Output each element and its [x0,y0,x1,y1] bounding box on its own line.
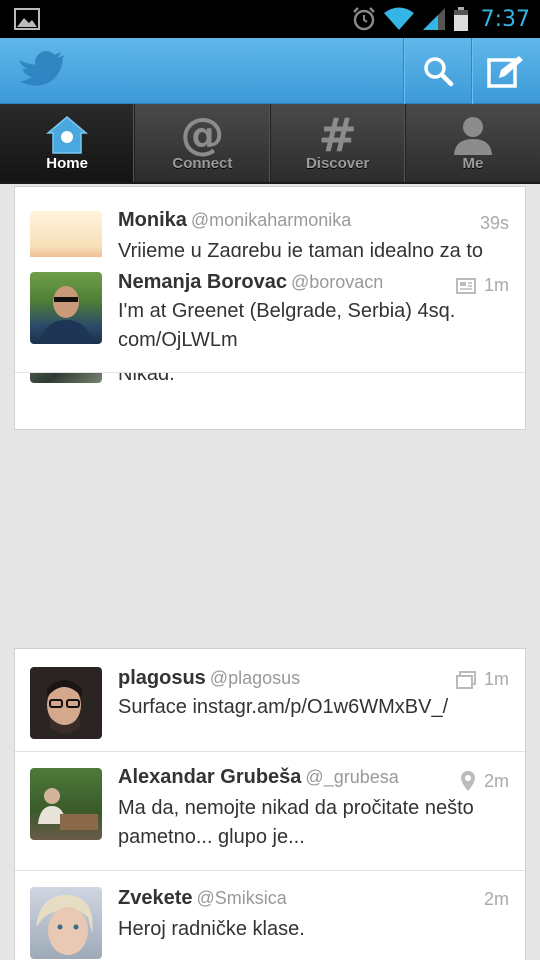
hash-icon: # [318,108,357,162]
house-icon [45,114,89,156]
location-pin-icon [460,771,475,791]
tweet-meta: 2m [460,770,509,792]
author-handle: @_grubesa [305,767,399,787]
author-handle: @Smiksica [196,888,287,908]
tweet-meta: 1m [455,275,509,296]
author-name: Monika [118,209,187,231]
timeline-card-bottom: plagosus @plagosus 1m Surface instagr.am/… [14,648,526,960]
tweet-text: I'm at Greenet (Belgrade, Serbia) 4sq. c… [118,300,456,351]
action-bar [0,38,540,104]
timestamp: 2m [483,770,509,791]
gallery-icon [14,8,40,30]
tweet-author: Monika @monikaharmonika [118,209,351,232]
avatar [30,887,102,959]
tweet-item[interactable]: plagosus @plagosus 1m Surface instagr.am/… [15,649,525,752]
avatar-photo [47,680,82,734]
avatar-photo [40,286,92,344]
wifi-icon [383,7,414,30]
author-name: plagosus [118,667,206,689]
tab-connect[interactable]: @ Connect [135,104,271,182]
tweet-text: Vrijeme u Zagrebu je taman idealno za to [118,240,484,257]
tweet-text: Heroj radničke klase. [118,918,305,940]
tab-label: Me [462,155,484,172]
tweet-item[interactable]: Alexandar Grubeša @_grubesa 2m Ma da, nem… [15,752,525,870]
timeline-card-top: "Podgorica" grad koji vam ne nedostaje. … [14,186,526,430]
news-icon [455,277,476,294]
tweet-meta: 2m [484,889,509,910]
tweet-item[interactable]: Monika @monikaharmonika 39s Vrijeme u Zag… [15,187,525,257]
search-button[interactable] [403,38,471,104]
author-name: Alexandar Grubeša [118,766,302,788]
tab-home[interactable]: Home [0,104,136,182]
compose-icon [487,56,523,88]
avatar [30,211,102,257]
tab-me[interactable]: Me [406,104,540,182]
tweet-text: Surface instagr.am/p/O1w6WMxBV_/ [118,696,449,718]
timestamp: 39s [479,213,509,233]
avatar [30,667,102,739]
tab-label: Home [46,155,88,172]
author-handle: @borovacn [290,272,384,292]
tab-discover[interactable]: # Discover [271,104,406,182]
timestamp: 1m [483,275,509,295]
tweet-time: 39s [480,213,509,234]
battery-icon [453,7,468,31]
avatar-photo [38,788,98,830]
tweet-author: Nemanja Borovac @borovacn [118,271,383,294]
compose-button[interactable] [471,38,540,104]
avatar [30,272,102,344]
status-bar: 7:37 [0,0,540,38]
tweet-author: Alexandar Grubeša @_grubesa [118,766,399,789]
avatar-photo [36,894,93,955]
person-icon [451,114,495,156]
twitter-bird-icon[interactable] [18,48,66,92]
tab-bar: Home @ Connect # Discover Me [0,104,540,184]
author-handle: @plagosus [209,668,301,688]
author-name: Zvekete [118,887,193,909]
author-handle: @monikaharmonika [190,210,352,230]
tweet-text: Ma da, nemojte nikad da pročitate nešto … [118,797,474,848]
tweet-author: Zvekete @Smiksica [118,887,287,910]
signal-icon [422,8,445,30]
author-name: Nemanja Borovac [118,271,287,293]
alarm-icon [352,7,375,31]
tweet-item[interactable]: Nemanja Borovac @borovacn 1m I'm at Green… [15,257,525,373]
timestamp: 1m [483,669,509,689]
at-icon: @ [180,109,225,160]
search-icon [423,57,453,87]
tweet-item[interactable]: Zvekete @Smiksica 2m Heroj radničke klase… [15,871,525,960]
tweet-author: plagosus @plagosus [118,667,300,690]
avatar [30,768,102,840]
tweet-meta: 1m [455,669,509,690]
clock: 7:37 [480,6,530,32]
timestamp: 2m [483,889,509,909]
gallery-icon [455,670,476,689]
